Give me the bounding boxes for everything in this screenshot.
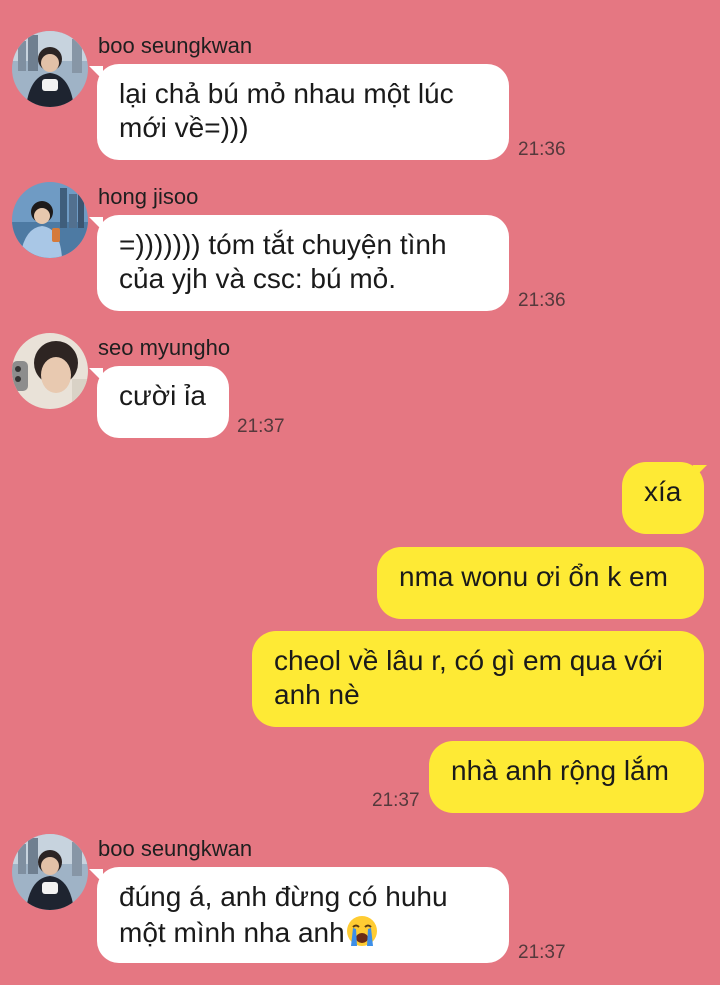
message-text: =))))))) tóm tắt chuyện tình: [119, 229, 447, 260]
message-text: một mình nha anh: [119, 917, 345, 948]
avatar-hong-jisoo[interactable]: [12, 182, 88, 258]
loudly-crying-face-icon: [345, 914, 379, 948]
sender-name: hong jisoo: [98, 184, 199, 209]
sender-name: boo seungkwan: [98, 33, 253, 58]
message-text: anh nè: [274, 679, 360, 710]
message-text: lại chả bú mỏ nhau một lúc: [119, 78, 454, 109]
message-text: cheol về lâu r, có gì em qua với: [274, 645, 663, 676]
outgoing-message-bubble[interactable]: xía: [622, 462, 704, 534]
outgoing-message-bubble[interactable]: nma wonu ơi ổn k em: [377, 547, 704, 619]
message-text: đúng á, anh đừng có huhu: [119, 881, 448, 912]
message-text: nma wonu ơi ổn k em: [399, 561, 668, 592]
outgoing-message-bubble[interactable]: cheol về lâu r, có gì em qua với anh nè: [252, 631, 704, 727]
sender-name: boo seungkwan: [98, 836, 253, 861]
message-text: nhà anh rộng lắm: [451, 755, 669, 786]
message-bubble[interactable]: lại chả bú mỏ nhau một lúc mới về=))): [97, 64, 509, 160]
message-timestamp: 21:37: [518, 942, 566, 963]
message-bubble[interactable]: cười ỉa: [97, 366, 229, 438]
message-text: của yjh và csc: bú mỏ.: [119, 263, 397, 294]
message-timestamp: 21:37: [372, 790, 420, 811]
avatar-boo-seungkwan[interactable]: [12, 31, 88, 107]
message-text: cười ỉa: [119, 380, 206, 411]
message-bubble[interactable]: =))))))) tóm tắt chuyện tình của yjh và …: [97, 215, 509, 311]
message-text-line: một mình nha anh: [119, 914, 487, 950]
message-timestamp: 21:36: [518, 139, 566, 160]
sender-name: seo myungho: [98, 335, 231, 360]
message-text: xía: [644, 476, 682, 507]
avatar-seo-myungho[interactable]: [12, 333, 88, 409]
avatar-boo-seungkwan[interactable]: [12, 834, 88, 910]
outgoing-message-bubble[interactable]: nhà anh rộng lắm: [429, 741, 704, 813]
message-text: mới về=))): [119, 112, 249, 143]
message-timestamp: 21:36: [518, 290, 566, 311]
message-timestamp: 21:37: [237, 416, 285, 437]
message-bubble[interactable]: đúng á, anh đừng có huhu một mình nha an…: [97, 867, 509, 963]
